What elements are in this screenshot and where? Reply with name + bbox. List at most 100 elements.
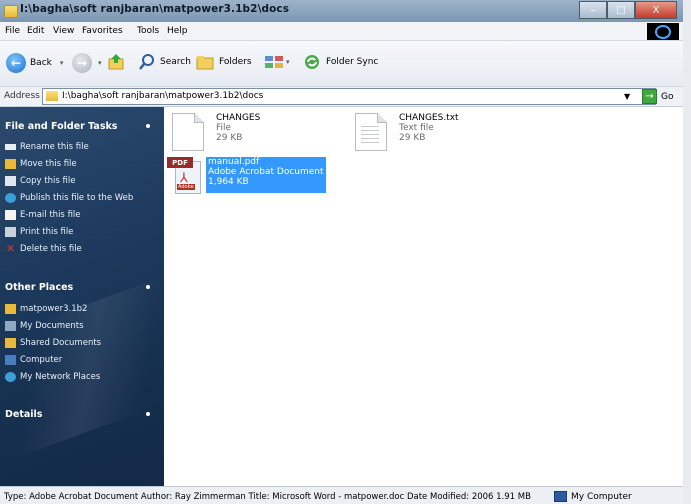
menu-view[interactable]: View [53, 26, 74, 36]
file-item-changes-txt[interactable]: CHANGES.txt Text file 29 KB [355, 113, 459, 151]
window-controls: – □ X [579, 1, 677, 19]
computer-icon [554, 491, 567, 502]
search-button[interactable]: Search [138, 53, 191, 71]
task-delete[interactable]: ✕ Delete this file [5, 242, 82, 255]
back-arrow-icon: ← [6, 53, 26, 73]
menu-help[interactable]: Help [167, 26, 188, 36]
file-type: File [216, 123, 232, 133]
folders-icon [196, 56, 214, 70]
network-icon [5, 372, 16, 382]
address-path: I:\bagha\soft ranjbaran\matpower3.1b2\do… [62, 91, 264, 101]
up-folder-button[interactable] [107, 53, 125, 71]
go-button[interactable]: → Go [642, 89, 673, 104]
maximize-button[interactable]: □ [607, 1, 635, 19]
back-button[interactable]: ← Back ▾ [6, 53, 63, 73]
file-item-changes[interactable]: CHANGES File 29 KB [172, 113, 260, 151]
folder-icon [4, 5, 18, 18]
task-publish[interactable]: Publish this file to the Web [5, 193, 133, 203]
file-item-manual-pdf[interactable]: PDF ⅄ Adobe manual.pdf Adobe Acrobat Doc… [167, 157, 326, 194]
place-matpower[interactable]: matpower3.1b2 [5, 304, 87, 314]
selected-file-info: manual.pdf Adobe Acrobat Document 1,964 … [206, 157, 326, 193]
file-name: manual.pdf [208, 157, 260, 167]
folders-label: Folders [219, 57, 252, 67]
email-icon [5, 210, 16, 220]
place-my-documents[interactable]: My Documents [5, 321, 84, 331]
file-list: CHANGES File 29 KB CHANGES.txt Text file… [164, 107, 683, 486]
place-label: My Documents [20, 321, 84, 331]
place-label: matpower3.1b2 [20, 304, 88, 314]
task-copy[interactable]: Copy this file [5, 176, 75, 186]
collapse-tasks-icon[interactable] [146, 124, 150, 128]
folder-sync-button[interactable]: Folder Sync [302, 53, 378, 71]
file-name: CHANGES.txt [399, 113, 459, 123]
title-bar[interactable]: I:\bagha\soft ranjbaran\matpower3.1b2\do… [0, 0, 683, 22]
forward-dropdown-icon[interactable]: ▾ [98, 59, 102, 67]
delete-x-icon: ✕ [5, 242, 16, 255]
window-title: I:\bagha\soft ranjbaran\matpower3.1b2\do… [20, 3, 290, 15]
computer-icon [5, 355, 16, 365]
maximize-icon: □ [616, 4, 626, 16]
place-network[interactable]: My Network Places [5, 372, 100, 382]
task-label: Publish this file to the Web [20, 193, 134, 203]
back-label: Back [30, 58, 52, 68]
file-size: 29 KB [216, 133, 243, 143]
windows-logo-icon [647, 23, 679, 40]
folder-icon [5, 304, 16, 314]
task-label: Rename this file [20, 142, 89, 152]
task-email[interactable]: E-mail this file [5, 210, 81, 220]
menu-file[interactable]: File [5, 26, 20, 36]
adobe-label: Adobe [177, 184, 195, 190]
close-icon: X [652, 4, 660, 16]
file-icon [172, 113, 204, 151]
file-size: 29 KB [399, 133, 426, 143]
address-input[interactable]: I:\bagha\soft ranjbaran\matpower3.1b2\do… [42, 88, 656, 105]
menu-edit[interactable]: Edit [27, 26, 44, 36]
menu-bar: File Edit View Favorites Tools Help [0, 22, 683, 41]
shared-folder-icon [5, 338, 16, 348]
minimize-button[interactable]: – [579, 1, 607, 19]
task-print[interactable]: Print this file [5, 227, 73, 237]
forward-button[interactable]: → ▾ [72, 53, 102, 73]
address-dropdown-icon[interactable]: ▼ [624, 92, 630, 101]
collapse-details-icon[interactable] [146, 412, 150, 416]
pdf-icon: PDF ⅄ Adobe [167, 157, 201, 194]
close-button[interactable]: X [635, 1, 677, 19]
rename-icon [5, 144, 16, 150]
toolbar: ← Back ▾ → ▾ Search Folders ▾ Folder Syn… [0, 41, 683, 87]
text-file-icon [355, 113, 387, 151]
file-type: Adobe Acrobat Document [208, 167, 324, 177]
address-bar: Address I:\bagha\soft ranjbaran\matpower… [0, 87, 683, 107]
minimize-icon: – [590, 4, 596, 16]
forward-arrow-icon: → [72, 53, 92, 73]
folder-sync-label: Folder Sync [326, 57, 379, 67]
other-places-title[interactable]: Other Places [5, 282, 73, 293]
task-label: E-mail this file [20, 210, 81, 220]
address-label: Address [4, 91, 40, 101]
menu-favorites[interactable]: Favorites [82, 26, 123, 36]
collapse-places-icon[interactable] [146, 285, 150, 289]
background-strip [683, 0, 691, 504]
back-dropdown-icon[interactable]: ▾ [60, 59, 64, 67]
zone-label: My Computer [571, 491, 632, 502]
go-label: Go [661, 91, 674, 102]
views-button[interactable]: ▾ [264, 53, 290, 71]
file-folder-tasks-title[interactable]: File and Folder Tasks [5, 121, 117, 132]
menu-tools[interactable]: Tools [137, 26, 159, 36]
place-label: Computer [20, 355, 63, 365]
pdf-tag: PDF [167, 157, 193, 168]
views-dropdown-icon: ▾ [286, 58, 290, 66]
task-move[interactable]: Move this file [5, 159, 77, 169]
up-folder-icon [108, 54, 124, 70]
place-label: My Network Places [20, 372, 101, 382]
task-pane: File and Folder Tasks Rename this file M… [0, 107, 164, 486]
details-title[interactable]: Details [5, 409, 42, 420]
task-label: Move this file [20, 159, 77, 169]
go-arrow-icon: → [642, 89, 657, 104]
task-label: Delete this file [20, 244, 82, 254]
place-shared-documents[interactable]: Shared Documents [5, 338, 101, 348]
task-rename[interactable]: Rename this file [5, 142, 89, 152]
explorer-window: I:\bagha\soft ranjbaran\matpower3.1b2\do… [0, 0, 683, 504]
search-icon [139, 54, 154, 70]
place-computer[interactable]: Computer [5, 355, 62, 365]
folders-button[interactable]: Folders [195, 53, 252, 71]
